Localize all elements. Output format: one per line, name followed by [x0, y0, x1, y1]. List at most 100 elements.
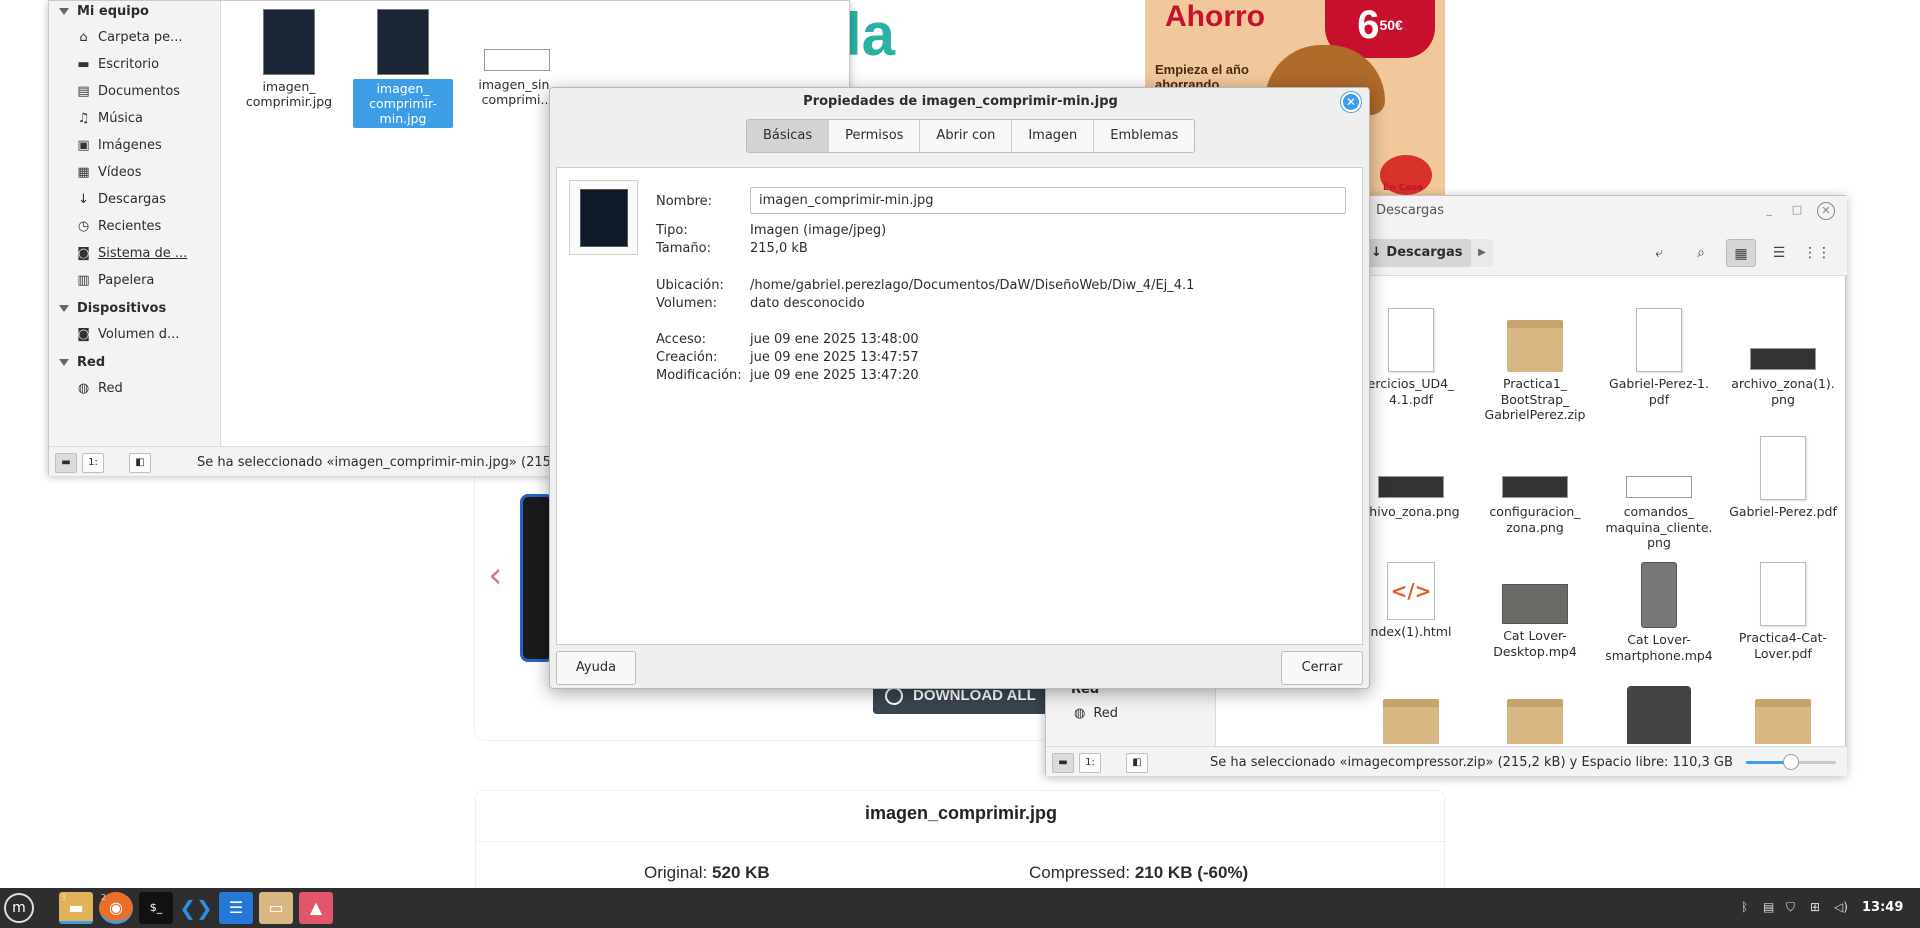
- search-icon[interactable]: ⌕: [1686, 239, 1716, 267]
- breadcrumb-descargas[interactable]: ↓ Descargas: [1361, 239, 1471, 267]
- clock[interactable]: 13:49: [1862, 900, 1903, 915]
- file-label: imagen_ comprimir-min.jpg: [353, 79, 453, 128]
- path-toggle-icon[interactable]: ⤶: [1644, 239, 1674, 267]
- file-item[interactable]: archivo_zona(1). png: [1728, 308, 1838, 407]
- sidebar-item-papelera[interactable]: ▥ Papelera: [77, 273, 154, 288]
- created-label: Creación:: [656, 350, 718, 365]
- text-editor-icon[interactable]: ☰: [219, 892, 253, 924]
- close-icon[interactable]: ✕: [1341, 92, 1361, 112]
- expand-triangle-icon: [59, 359, 69, 366]
- sidebar-item-label: Vídeos: [98, 165, 142, 180]
- sidebar-item-musica[interactable]: ♫ Música: [77, 111, 143, 126]
- expand-triangle-icon: [59, 305, 69, 312]
- drive-icon: ◙: [77, 327, 90, 342]
- tab-abrir-con[interactable]: Abrir con: [920, 120, 1013, 152]
- sidebar-toggle-button[interactable]: ◧: [129, 453, 151, 473]
- sidebar-item-escritorio[interactable]: ▬ Escritorio: [77, 57, 159, 72]
- image-thumbnail: [263, 9, 315, 75]
- window-count-badge: 3: [61, 893, 67, 902]
- file-item[interactable]: chivo_zona.png: [1356, 436, 1466, 520]
- tab-imagen[interactable]: Imagen: [1012, 120, 1095, 152]
- close-icon[interactable]: ✕: [1817, 202, 1835, 220]
- pdf-thumbnail: [1636, 308, 1682, 372]
- terminal-icon[interactable]: $_: [139, 892, 173, 924]
- minimize-icon[interactable]: _: [1760, 202, 1778, 220]
- zoom-slider[interactable]: [1746, 754, 1836, 770]
- name-field[interactable]: [750, 187, 1346, 214]
- image-thumbnail: [1502, 476, 1568, 498]
- sidebar-item-carpeta-personal[interactable]: ⌂ Carpeta pe...: [77, 30, 182, 45]
- sidebar-item-imagenes[interactable]: ▣ Imágenes: [77, 138, 161, 153]
- file-item[interactable]: [1480, 699, 1590, 744]
- file-item[interactable]: Practica4-Cat- Lover.pdf: [1728, 562, 1838, 661]
- icon-view-icon[interactable]: ▦: [1726, 239, 1756, 267]
- compressed-size: Compressed: 210 KB (-60%): [1029, 863, 1248, 883]
- original-label: Original:: [644, 863, 708, 882]
- sidebar-item-recientes[interactable]: ◷ Recientes: [77, 219, 161, 234]
- file-item[interactable]: Practica1_ BootStrap_ GabrielPerez.zip: [1480, 308, 1590, 423]
- places-toggle-button[interactable]: ▬: [55, 453, 77, 473]
- sidebar-section-dispositivos[interactable]: Dispositivos: [59, 301, 166, 316]
- bluetooth-icon[interactable]: ᛒ: [1741, 900, 1748, 914]
- file-item[interactable]: configuracion_ zona.png: [1480, 436, 1590, 535]
- archive-manager-icon[interactable]: ▭: [259, 892, 293, 924]
- properties-dialog: Propiedades de imagen_comprimir-min.jpg …: [549, 87, 1370, 689]
- file-item[interactable]: </> ndex(1).html: [1356, 562, 1466, 640]
- file-item[interactable]: Cat Lover- Desktop.mp4: [1480, 562, 1590, 659]
- clipboard-icon[interactable]: ▤: [1763, 900, 1774, 914]
- file-item[interactable]: [1728, 699, 1838, 744]
- desktop-icon: ▬: [77, 57, 90, 72]
- tab-basicas[interactable]: Básicas: [747, 120, 830, 152]
- file-label: chivo_zona.png: [1362, 504, 1460, 519]
- menu-icon[interactable]: m: [4, 893, 34, 923]
- archive-icon: [1383, 699, 1439, 744]
- sidebar-toggle-button[interactable]: ◧: [1126, 753, 1148, 773]
- sidebar-item-videos[interactable]: ▦ Vídeos: [77, 165, 141, 180]
- file-item[interactable]: Gabriel-Perez-1. pdf: [1604, 308, 1714, 407]
- sidebar-item-documentos[interactable]: ▤ Documentos: [77, 84, 180, 99]
- compact-view-icon[interactable]: ⋮⋮: [1802, 239, 1832, 267]
- file-item[interactable]: Gabriel-Perez.pdf: [1728, 436, 1838, 520]
- list-view-icon[interactable]: ☰: [1764, 239, 1794, 267]
- sidebar-item-red[interactable]: ◍ Red: [77, 381, 123, 396]
- tree-toggle-button[interactable]: 1:: [1079, 753, 1101, 773]
- vscode-icon[interactable]: ❮❯: [179, 892, 213, 924]
- image-thumbnail: [484, 49, 550, 71]
- tree-toggle-button[interactable]: 1:: [82, 453, 104, 473]
- files-app-icon[interactable]: 3 ▬: [59, 892, 93, 924]
- shield-icon[interactable]: ⛉: [1786, 900, 1795, 915]
- download-icon: [885, 687, 903, 705]
- help-button[interactable]: Ayuda: [556, 651, 636, 685]
- places-toggle-button[interactable]: ▬: [1052, 753, 1074, 773]
- volume-icon[interactable]: ◁): [1834, 900, 1848, 914]
- file-item[interactable]: imagen_ comprimir.jpg: [239, 9, 339, 109]
- tab-permisos[interactable]: Permisos: [829, 120, 921, 152]
- file-item[interactable]: [1356, 699, 1466, 744]
- size-value[interactable]: 215,0 kB: [750, 241, 808, 256]
- file-item-selected[interactable]: imagen_ comprimir-min.jpg: [353, 9, 453, 128]
- file-item[interactable]: comandos_ maquina_cliente. png: [1604, 436, 1714, 551]
- location-value[interactable]: /home/gabriel.perezlago/Documentos/DaW/D…: [750, 278, 1194, 293]
- tab-emblemas[interactable]: Emblemas: [1094, 120, 1194, 152]
- sidebar-item-red[interactable]: ◍ Red: [1074, 706, 1118, 721]
- sidebar-section-equipo[interactable]: Mi equipo: [59, 4, 149, 19]
- maximize-icon[interactable]: □: [1788, 202, 1806, 220]
- image-icon: ▣: [77, 138, 90, 153]
- file-item[interactable]: [1604, 686, 1714, 744]
- chevron-left-icon[interactable]: ‹: [488, 555, 502, 596]
- sidebar-section-red[interactable]: Red: [59, 355, 105, 370]
- firefox-icon[interactable]: 2 ◉: [99, 892, 133, 924]
- created-value: jue 09 ene 2025 13:47:57: [750, 350, 919, 365]
- sidebar-item-sistema[interactable]: ◙ Sistema de ...: [77, 246, 187, 261]
- sidebar-item-descargas[interactable]: ↓ Descargas: [77, 192, 166, 207]
- chevron-right-icon[interactable]: ▶: [1471, 239, 1493, 267]
- sidebar-item-volumen[interactable]: ◙ Volumen d...: [77, 327, 179, 342]
- file-icon-button[interactable]: [569, 180, 638, 255]
- zoom-slider-handle[interactable]: [1783, 754, 1799, 770]
- file-item[interactable]: ercicios_UD4_ 4.1.pdf: [1356, 308, 1466, 407]
- network-icon[interactable]: ⊞: [1810, 900, 1820, 914]
- ad-price-cents: 50€: [1379, 17, 1403, 33]
- image-viewer-icon[interactable]: ▲: [299, 892, 333, 924]
- file-item[interactable]: Cat Lover- smartphone.mp4: [1604, 562, 1714, 663]
- close-button[interactable]: Cerrar: [1281, 651, 1363, 685]
